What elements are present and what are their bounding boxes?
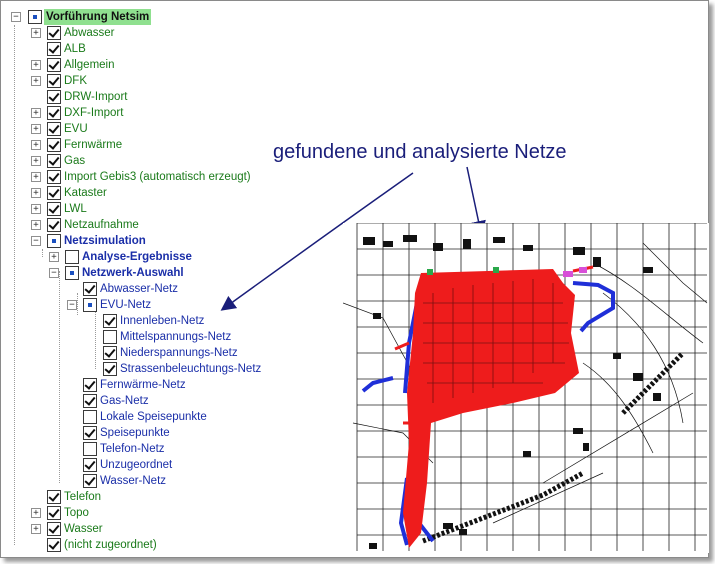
network-map (343, 223, 709, 553)
screenshot-frame: − Vorführung Netsim + Abwasser ALB + All… (0, 0, 709, 558)
